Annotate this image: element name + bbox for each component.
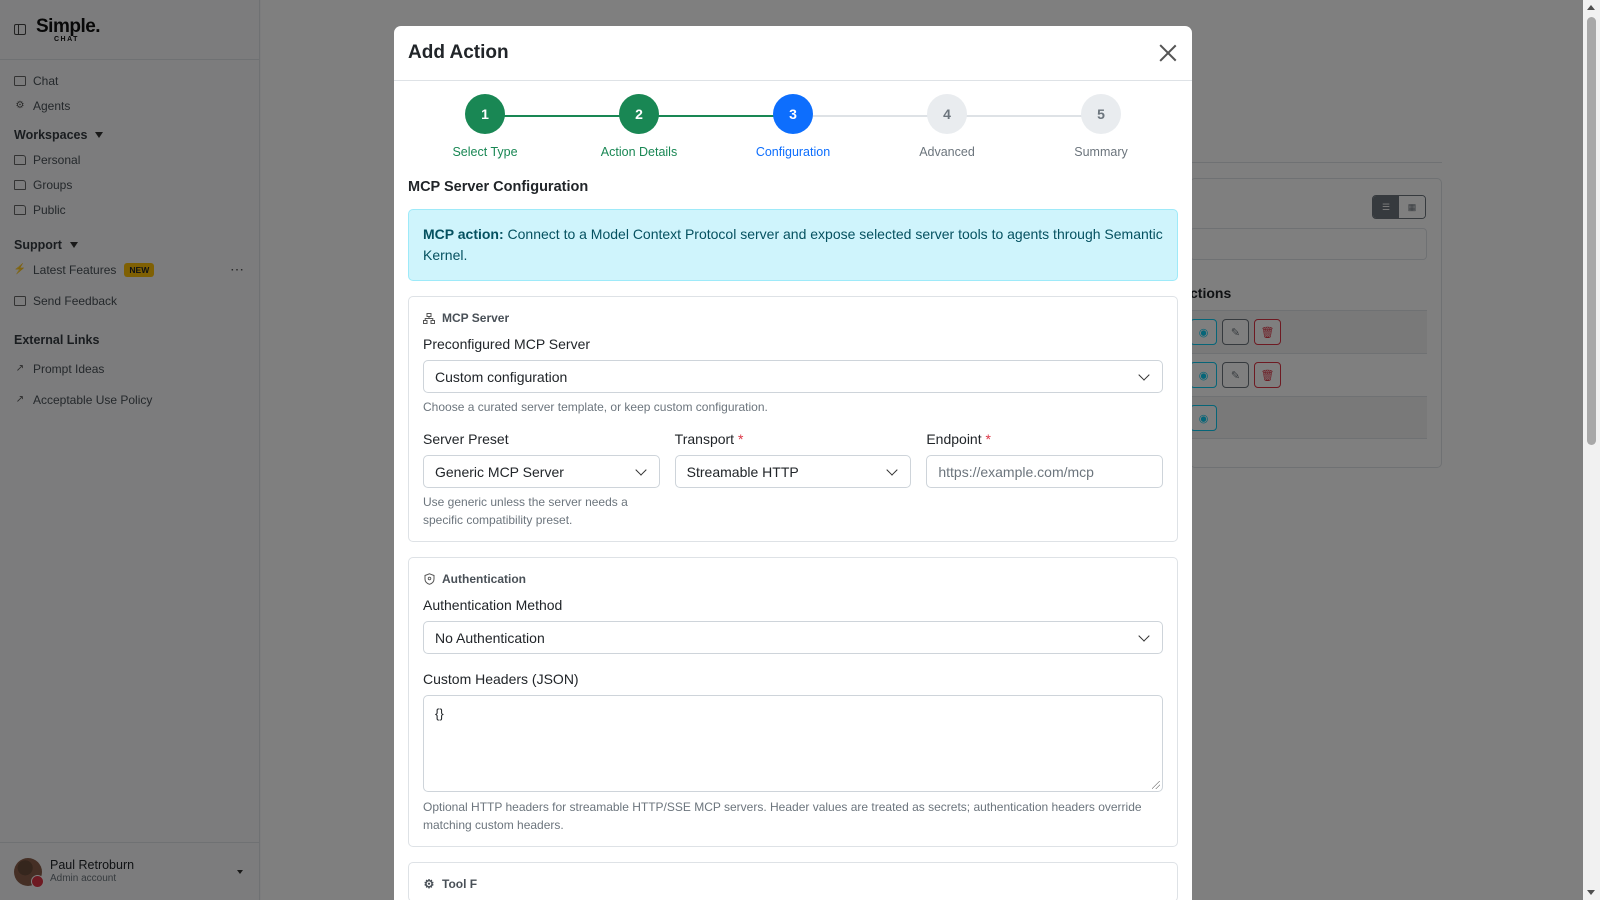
step-label: Configuration [755, 145, 831, 159]
transport-select[interactable]: Streamable HTTP [674, 455, 912, 488]
wizard-stepper: 1 Select Type 2 Action Details 3 Configu… [408, 81, 1178, 173]
step-configuration[interactable]: 3 Configuration [728, 94, 858, 159]
auth-method-select[interactable]: No Authentication [423, 621, 1163, 654]
scrollbar-thumb[interactable] [1587, 17, 1596, 445]
required-marker: * [737, 431, 744, 447]
step-number: 5 [1081, 94, 1121, 134]
endpoint-label: Endpoint * [926, 431, 991, 447]
preconfigured-server-help: Choose a curated server template, or kee… [423, 400, 768, 414]
step-label: Select Type [452, 145, 518, 159]
step-number: 1 [465, 94, 505, 134]
shield-icon [423, 573, 435, 585]
page-scrollbar[interactable] [1583, 0, 1600, 900]
scroll-down-icon[interactable] [1587, 890, 1595, 895]
modal-body: MCP Server Configuration MCP action: Con… [394, 179, 1192, 900]
custom-headers-help: Optional HTTP headers for streamable HTT… [423, 800, 1142, 832]
server-diagram-icon [423, 312, 435, 324]
server-preset-select[interactable]: Generic MCP Server [423, 455, 660, 488]
scroll-up-icon[interactable] [1587, 5, 1595, 10]
chevron-down-icon [1138, 630, 1150, 642]
filter-icon: ⚙ [423, 877, 435, 891]
info-alert: MCP action: Connect to a Model Context P… [408, 209, 1178, 281]
auth-method-label: Authentication Method [423, 597, 563, 613]
card-heading: MCP Server [423, 311, 1163, 325]
mcp-server-card: MCP Server Preconfigured MCP Server Cust… [408, 296, 1178, 542]
chevron-down-icon [635, 464, 647, 476]
custom-headers-textarea[interactable]: {} [423, 695, 1163, 792]
card-heading: ⚙ Tool F [423, 877, 478, 891]
close-icon[interactable] [1158, 43, 1178, 63]
card-heading: Authentication [423, 572, 1163, 586]
step-number: 4 [927, 94, 967, 134]
server-preset-help: Use generic unless the server needs a sp… [423, 495, 628, 527]
modal-title: Add Action [408, 42, 509, 63]
chevron-down-icon [1138, 369, 1150, 381]
custom-headers-label: Custom Headers (JSON) [423, 671, 579, 687]
server-preset-label: Server Preset [423, 431, 509, 447]
tool-filter-card: ⚙ Tool F [408, 862, 1178, 900]
modal-header: Add Action [394, 26, 1192, 81]
preconfigured-server-label: Preconfigured MCP Server [423, 336, 591, 352]
step-action-details[interactable]: 2 Action Details [574, 94, 704, 159]
step-summary[interactable]: 5 Summary [1036, 94, 1166, 159]
step-label: Advanced [919, 145, 975, 159]
step-select-type[interactable]: 1 Select Type [420, 94, 550, 159]
resize-handle-icon[interactable] [1152, 781, 1160, 789]
required-marker: * [985, 431, 991, 447]
section-title: MCP Server Configuration [408, 179, 589, 195]
add-action-modal: Add Action 1 Select Type 2 Action Detail… [394, 26, 1192, 900]
step-label: Summary [1074, 145, 1128, 159]
chevron-down-icon [886, 464, 899, 476]
step-number: 3 [773, 94, 813, 134]
step-number: 2 [619, 94, 659, 134]
preconfigured-server-select[interactable]: Custom configuration [423, 360, 1163, 393]
endpoint-input[interactable]: https://example.com/mcp [926, 455, 1164, 488]
step-label: Action Details [600, 145, 678, 159]
authentication-card: Authentication Authentication Method No … [408, 557, 1178, 847]
transport-label: Transport * [674, 431, 744, 447]
step-advanced[interactable]: 4 Advanced [882, 94, 1012, 159]
